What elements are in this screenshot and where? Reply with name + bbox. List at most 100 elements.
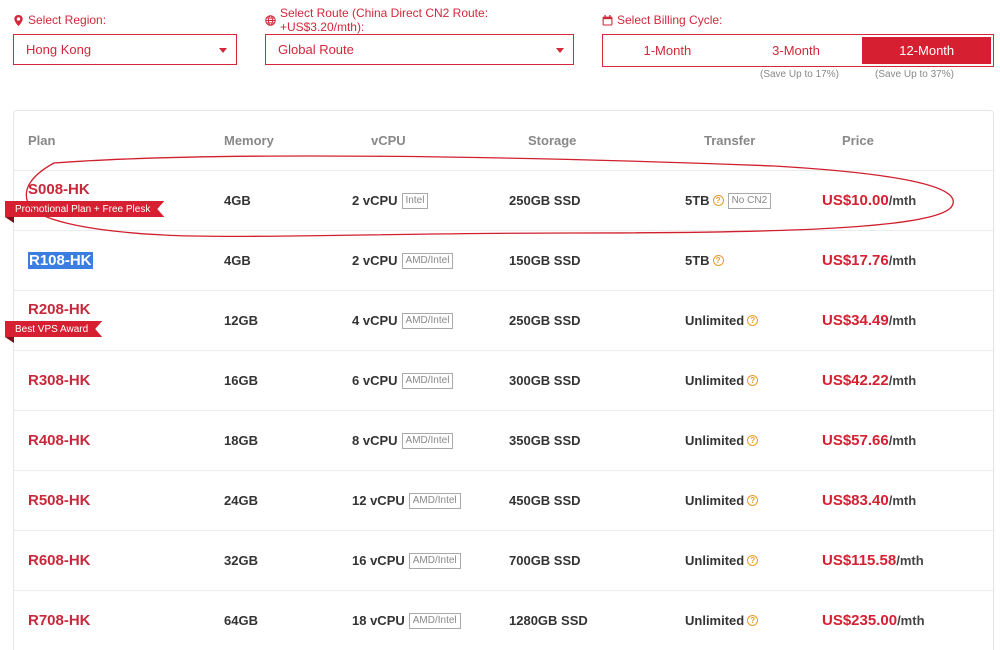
plan-name[interactable]: R208-HK bbox=[28, 301, 91, 318]
cpu-type-tag: AMD/Intel bbox=[401, 432, 454, 449]
storage-cell: 250GB SSD bbox=[509, 313, 581, 328]
header-vcpu: vCPU bbox=[371, 133, 406, 148]
transfer-value: Unlimited bbox=[685, 433, 745, 448]
plan-name[interactable]: R608-HK bbox=[28, 552, 91, 569]
price-unit: /mth bbox=[888, 313, 917, 328]
table-row[interactable]: R608-HK 32GB 16 vCPU AMD/Intel 700GB SSD Unli… bbox=[14, 531, 993, 591]
header-transfer: Transfer bbox=[704, 133, 756, 148]
table-row[interactable]: R208-HK 12GB 4 vCPU AMD/Intel 250GB SSD Unlim… bbox=[14, 291, 993, 351]
plans-table: Plan Memory vCPU Storage Transfer Price … bbox=[5, 110, 994, 650]
memory-cell: 16GB bbox=[224, 373, 258, 388]
globe-icon bbox=[265, 14, 276, 26]
price-unit: /mth bbox=[888, 193, 917, 208]
help-icon[interactable]: ? bbox=[747, 495, 759, 506]
price-cell: US$235.00/mth bbox=[822, 591, 925, 650]
price-value: US$115.58 bbox=[822, 552, 897, 569]
price-value: US$42.22 bbox=[822, 372, 889, 389]
billing-option-3-month[interactable]: 3-Month bbox=[731, 35, 861, 66]
storage-cell: 300GB SSD bbox=[509, 373, 581, 388]
cpu-type-tag: Intel bbox=[401, 192, 429, 209]
transfer-value: 5TB bbox=[685, 253, 710, 268]
calendar-icon bbox=[602, 14, 613, 25]
transfer-value: Unlimited bbox=[685, 313, 745, 328]
storage-cell: 450GB SSD bbox=[509, 493, 581, 508]
table-header-row: Plan Memory vCPU Storage Transfer Price bbox=[14, 111, 993, 171]
plan-cell: R308-HK bbox=[28, 351, 91, 410]
transfer-cell: Unlimited? bbox=[685, 531, 759, 590]
transfer-cell: Unlimited? bbox=[685, 351, 759, 410]
plan-name[interactable]: R708-HK bbox=[28, 612, 91, 629]
price-unit: /mth bbox=[888, 493, 917, 508]
chevron-down-icon bbox=[556, 48, 564, 53]
table-row[interactable]: R708-HK 64GB 18 vCPU AMD/Intel 1280GB SSD Unl… bbox=[14, 591, 993, 650]
help-icon[interactable]: ? bbox=[712, 255, 724, 266]
transfer-value: Unlimited bbox=[685, 493, 745, 508]
vcpu-value: 2 vCPU bbox=[352, 193, 398, 208]
plan-ribbon: Promotional Plan + Free Plesk bbox=[5, 201, 164, 217]
storage-cell: 150GB SSD bbox=[509, 253, 581, 268]
no-cn2-tag: No CN2 bbox=[727, 192, 772, 209]
cpu-type-tag: AMD/Intel bbox=[408, 612, 461, 629]
memory-cell: 32GB bbox=[224, 553, 258, 568]
vcpu-value: 6 vCPU bbox=[352, 373, 398, 388]
plan-name[interactable]: R408-HK bbox=[28, 432, 91, 449]
vcpu-value: 18 vCPU bbox=[352, 613, 405, 628]
region-select[interactable]: Hong Kong bbox=[13, 34, 237, 65]
header-memory: Memory bbox=[224, 133, 274, 148]
help-icon[interactable]: ? bbox=[747, 315, 759, 326]
transfer-cell: Unlimited? bbox=[685, 591, 759, 650]
transfer-value: 5TB bbox=[685, 193, 710, 208]
price-cell: US$115.58/mth bbox=[822, 531, 924, 590]
price-cell: US$10.00/mth bbox=[822, 171, 916, 230]
help-icon[interactable]: ? bbox=[747, 555, 759, 566]
price-cell: US$34.49/mth bbox=[822, 291, 916, 350]
route-filter: Select Route (China Direct CN2 Route: +U… bbox=[265, 6, 574, 65]
region-selected-value: Hong Kong bbox=[26, 42, 92, 57]
price-value: US$17.76 bbox=[822, 252, 889, 269]
price-unit: /mth bbox=[888, 433, 917, 448]
price-value: US$235.00 bbox=[822, 612, 898, 629]
price-value: US$57.66 bbox=[822, 432, 889, 449]
header-price: Price bbox=[842, 133, 874, 148]
plan-cell: S008-HK bbox=[28, 171, 90, 230]
transfer-value: Unlimited bbox=[685, 613, 745, 628]
table-row[interactable]: R508-HK 24GB 12 vCPU AMD/Intel 450GB SSD Unli… bbox=[14, 471, 993, 531]
route-select[interactable]: Global Route bbox=[265, 34, 574, 65]
price-cell: US$57.66/mth bbox=[822, 411, 916, 470]
transfer-cell: 5TB? bbox=[685, 231, 724, 290]
vcpu-value: 8 vCPU bbox=[352, 433, 398, 448]
table-row[interactable]: R108-HK 4GB 2 vCPU AMD/Intel 150GB SSD 5TB? US… bbox=[14, 231, 993, 291]
plan-name[interactable]: R308-HK bbox=[28, 372, 91, 389]
plan-name[interactable]: S008-HK bbox=[28, 181, 90, 198]
save-note-12-month: (Save Up to 37%) bbox=[875, 69, 954, 80]
vcpu-cell: 12 vCPU AMD/Intel bbox=[352, 471, 461, 530]
storage-cell: 700GB SSD bbox=[509, 553, 581, 568]
price-unit: /mth bbox=[897, 613, 925, 628]
cpu-type-tag: AMD/Intel bbox=[408, 552, 461, 569]
transfer-value: Unlimited bbox=[685, 373, 745, 388]
transfer-cell: Unlimited? bbox=[685, 471, 759, 530]
price-unit: /mth bbox=[888, 373, 917, 388]
billing-filter: Select Billing Cycle: 1-Month 3-Month 12… bbox=[602, 12, 994, 80]
table-row[interactable]: R408-HK 18GB 8 vCPU AMD/Intel 350GB SSD Unlim… bbox=[14, 411, 993, 471]
price-value: US$83.40 bbox=[822, 492, 889, 509]
help-icon[interactable]: ? bbox=[712, 195, 724, 206]
plan-cell: R408-HK bbox=[28, 411, 91, 470]
vcpu-value: 2 vCPU bbox=[352, 253, 398, 268]
help-icon[interactable]: ? bbox=[747, 615, 759, 626]
help-icon[interactable]: ? bbox=[747, 375, 759, 386]
region-filter: Select Region: Hong Kong bbox=[13, 12, 237, 65]
storage-cell: 250GB SSD bbox=[509, 193, 581, 208]
ribbon-fold bbox=[5, 217, 14, 223]
transfer-value: Unlimited bbox=[685, 553, 745, 568]
table-row[interactable]: R308-HK 16GB 6 vCPU AMD/Intel 300GB SSD Unlim… bbox=[14, 351, 993, 411]
help-icon[interactable]: ? bbox=[747, 435, 759, 446]
memory-cell: 4GB bbox=[224, 193, 251, 208]
billing-option-1-month[interactable]: 1-Month bbox=[603, 35, 732, 66]
transfer-cell: Unlimited? bbox=[685, 411, 759, 470]
storage-cell: 350GB SSD bbox=[509, 433, 581, 448]
vcpu-value: 4 vCPU bbox=[352, 313, 398, 328]
plan-name[interactable]: R108-HK bbox=[28, 252, 93, 269]
plan-name[interactable]: R508-HK bbox=[28, 492, 91, 509]
billing-option-12-month[interactable]: 12-Month bbox=[862, 37, 992, 64]
